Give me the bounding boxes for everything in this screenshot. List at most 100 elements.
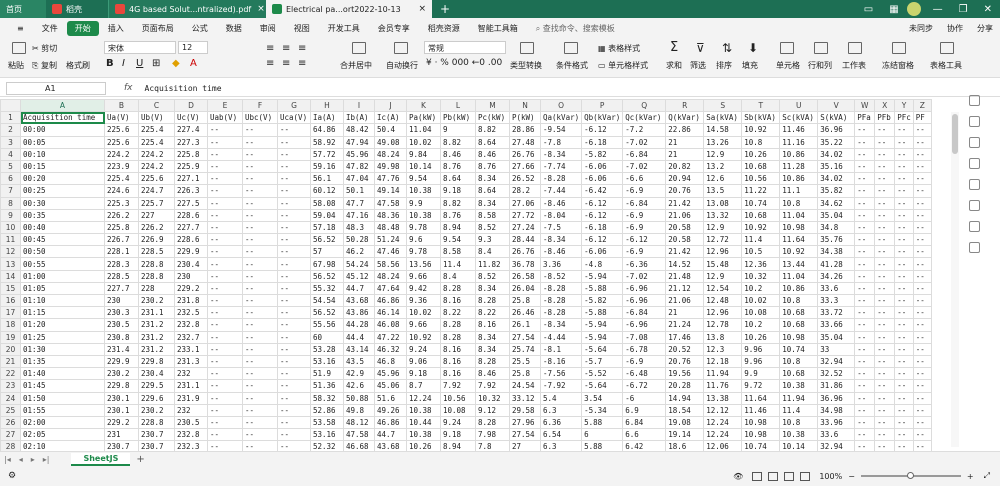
cell[interactable]: -- xyxy=(242,172,278,186)
filter-button[interactable]: 筛选 xyxy=(690,60,706,71)
cell[interactable]: 10.86 xyxy=(779,281,819,296)
font-color-icon[interactable]: A xyxy=(190,58,197,69)
cell[interactable]: 9.06 xyxy=(406,354,441,369)
cell[interactable]: -- xyxy=(854,220,876,235)
cell[interactable]: 12.9 xyxy=(703,220,743,235)
cell[interactable]: 10.14 xyxy=(406,159,441,174)
cell[interactable]: 9.54 xyxy=(440,233,476,247)
cell[interactable]: Ub(V) xyxy=(138,111,175,125)
cell[interactable]: 26.58 xyxy=(509,269,541,283)
cell[interactable]: 01:55 xyxy=(20,403,105,417)
cell[interactable]: 230.4 xyxy=(174,257,208,271)
cell[interactable]: -- xyxy=(874,293,896,308)
tab-docer[interactable]: 稻壳 xyxy=(46,0,108,18)
cell[interactable]: 15.48 xyxy=(703,257,743,271)
cell[interactable]: 10.2 xyxy=(741,281,781,296)
cell[interactable]: -- xyxy=(912,318,932,332)
cell[interactable]: -- xyxy=(912,245,932,259)
cell[interactable]: 229.2 xyxy=(174,281,208,296)
cell[interactable]: -- xyxy=(874,428,896,442)
cell[interactable]: 8.46 xyxy=(440,147,476,161)
cell[interactable]: -- xyxy=(894,306,914,320)
cell[interactable]: -8.28 xyxy=(539,293,583,308)
cell[interactable]: -- xyxy=(894,220,914,235)
cell[interactable]: 10.38 xyxy=(779,428,819,442)
maximize-button[interactable]: ❐ xyxy=(951,4,976,15)
cell[interactable]: 11.04 xyxy=(406,123,441,137)
cell[interactable]: 51.9 xyxy=(310,367,344,381)
cell[interactable]: 9.84 xyxy=(406,147,441,161)
cell[interactable]: -- xyxy=(912,281,932,296)
cell[interactable]: 00:45 xyxy=(20,233,105,247)
cell[interactable]: 3.36 xyxy=(539,257,583,271)
cell[interactable]: 00:25 xyxy=(20,184,105,198)
cell[interactable]: -- xyxy=(277,281,311,296)
cell[interactable]: -7.92 xyxy=(539,379,583,393)
cell[interactable]: 10.08 xyxy=(440,403,476,417)
cell[interactable]: 225.7 xyxy=(138,196,175,210)
cell[interactable]: 10.02 xyxy=(406,306,441,320)
cell[interactable]: -- xyxy=(207,367,243,381)
cell[interactable]: 27.54 xyxy=(509,330,541,344)
cell[interactable]: 12.9 xyxy=(703,147,743,161)
cell[interactable]: 01:00 xyxy=(20,269,105,283)
cell[interactable]: 35.04 xyxy=(817,330,856,344)
cell[interactable]: 47.04 xyxy=(343,172,375,186)
menu-docer-resources[interactable]: 稻壳资源 xyxy=(419,23,469,34)
cell[interactable]: -- xyxy=(277,354,311,369)
cell[interactable]: -- xyxy=(277,440,311,451)
cell[interactable]: 11.94 xyxy=(703,367,743,381)
cell[interactable]: -- xyxy=(894,208,914,222)
column-header[interactable]: F xyxy=(242,99,278,113)
cell[interactable]: 13.08 xyxy=(703,196,743,210)
cell[interactable]: 11.04 xyxy=(779,208,819,222)
cell[interactable]: -7.2 xyxy=(622,123,667,137)
cell[interactable]: Q(kVar) xyxy=(665,111,705,125)
cell[interactable]: 33.3 xyxy=(817,293,856,308)
cell[interactable]: 9.24 xyxy=(406,342,441,356)
cell[interactable]: 54.54 xyxy=(310,293,344,308)
row-header[interactable]: 1 xyxy=(0,111,21,125)
cell[interactable]: 35.76 xyxy=(817,233,856,247)
cell[interactable]: -- xyxy=(207,123,243,137)
cell[interactable]: 14.52 xyxy=(665,257,705,271)
cell[interactable]: 26.04 xyxy=(509,281,541,296)
cell[interactable]: -6.18 xyxy=(581,220,624,235)
align-right-icon[interactable]: ≡ xyxy=(298,58,306,69)
cell[interactable]: 10.02 xyxy=(406,135,441,149)
cell[interactable]: -6.84 xyxy=(622,147,667,161)
cell[interactable]: -- xyxy=(207,403,243,417)
cell[interactable]: -6.12 xyxy=(581,208,624,222)
collaborate-button[interactable]: 协作 xyxy=(940,23,970,34)
row-header[interactable]: 6 xyxy=(0,172,21,186)
cell[interactable]: 230 xyxy=(174,269,208,283)
cell[interactable]: 8.34 xyxy=(475,196,510,210)
italic-button[interactable]: I xyxy=(122,58,125,69)
name-box[interactable]: A1 xyxy=(6,81,106,95)
cell[interactable]: 8.52 xyxy=(475,220,510,235)
cell[interactable]: -- xyxy=(854,245,876,259)
cell[interactable]: 20.58 xyxy=(665,220,705,235)
cell[interactable]: 28.44 xyxy=(509,233,541,247)
cell[interactable]: -- xyxy=(874,159,896,174)
cell[interactable]: 21.48 xyxy=(665,269,705,283)
cell[interactable]: -- xyxy=(242,367,278,381)
fill-icon[interactable]: ⬇ xyxy=(748,41,758,55)
cell[interactable]: -- xyxy=(207,293,243,308)
cell[interactable]: 27.06 xyxy=(509,196,541,210)
row-header[interactable]: 9 xyxy=(0,208,21,222)
cell[interactable]: -- xyxy=(912,342,932,356)
cell[interactable]: -- xyxy=(912,208,932,222)
cell[interactable]: -- xyxy=(207,415,243,430)
cell[interactable]: -8.34 xyxy=(539,147,583,161)
row-header[interactable]: 23 xyxy=(0,379,21,393)
cell[interactable]: -7.02 xyxy=(622,135,667,149)
cell[interactable]: 48.24 xyxy=(374,269,407,283)
cell[interactable]: -6 xyxy=(622,391,667,405)
cell[interactable]: -- xyxy=(854,440,876,451)
cell[interactable]: 42.6 xyxy=(343,379,375,393)
cell[interactable]: -6.96 xyxy=(622,293,667,308)
cell[interactable]: -- xyxy=(207,220,243,235)
cell[interactable]: -6.12 xyxy=(581,196,624,210)
type-convert-icon[interactable] xyxy=(520,42,534,54)
